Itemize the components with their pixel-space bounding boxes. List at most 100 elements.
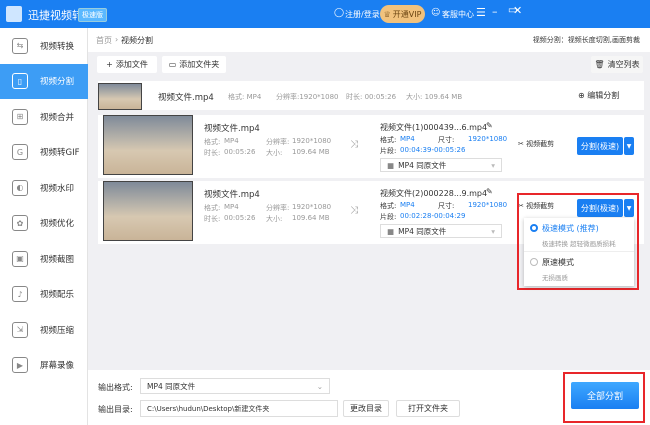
original-mode-desc: 无损画质 xyxy=(542,274,568,282)
output-name: 视频文件(2)000228...9.mp4 xyxy=(380,189,488,198)
label: 时长: xyxy=(204,149,221,157)
clear-list-button[interactable]: 🗑 清空列表 xyxy=(591,56,643,73)
label: 片段: xyxy=(380,147,397,155)
sidebar-item-9[interactable]: ▶ 屏幕录像 xyxy=(0,348,88,383)
src-format: MP4 xyxy=(224,137,239,145)
label: 格式: xyxy=(204,138,221,146)
breadcrumb-home[interactable]: 首页 xyxy=(96,35,112,46)
sidebar-item-0[interactable]: ⇆ 视频转换 xyxy=(0,28,88,63)
output-name: 视频文件(1)000439...6.mp4 xyxy=(380,123,488,132)
sidebar-item-3[interactable]: G 视频转GIF xyxy=(0,135,88,170)
output-format-select[interactable]: MP4 同原文件 ⌄ xyxy=(140,378,330,394)
edit-split-icon: ⊕ xyxy=(578,91,588,100)
segment-thumbnail xyxy=(103,115,193,175)
rename-icon[interactable]: ✎ xyxy=(486,187,493,196)
segment-format-select[interactable]: ■ MP4 同原文件 ▾ xyxy=(380,224,502,238)
sidebar-item-7[interactable]: ♪ 视频配乐 xyxy=(0,277,88,312)
original-mode-option[interactable]: 原速模式 无损画质 xyxy=(524,253,634,286)
src-duration: 00:05:26 xyxy=(224,148,256,156)
shuffle-icon: ⤨ xyxy=(350,139,358,150)
change-dir-button[interactable]: 更改目录 xyxy=(343,400,389,417)
sidebar-item-label: 视频配乐 xyxy=(40,290,75,300)
support-link[interactable]: 客服中心 xyxy=(442,9,474,20)
label: 格式: xyxy=(380,202,397,210)
label: 分辨率: xyxy=(266,138,290,146)
open-folder-button[interactable]: 打开文件夹 xyxy=(396,400,460,417)
radio-unselected[interactable] xyxy=(530,258,538,266)
add-file-button[interactable]: + 添加文件 xyxy=(97,56,157,73)
output-format-value: MP4 同原文件 xyxy=(147,381,196,391)
sidebar-item-2[interactable]: ⊞ 视频合并 xyxy=(0,99,88,134)
watermark-icon: ◐ xyxy=(12,179,28,196)
compress-icon: ⇲ xyxy=(12,321,28,338)
label: 格式: xyxy=(380,136,397,144)
sidebar-item-8[interactable]: ⇲ 视频压缩 xyxy=(0,312,88,347)
source-file-row: 视频文件.mp4 格式: MP4 分辨率:1920*1080 时长: 00:05… xyxy=(98,81,644,110)
breadcrumb: 首页 › 视频分割 视频分割：视频长度切割,画面剪裁 xyxy=(88,28,650,52)
src-resolution: 1920*1080 xyxy=(292,137,332,145)
sidebar-item-label: 视频优化 xyxy=(40,219,75,229)
segment-row: 视频文件.mp4 格式: MP4 分辨率: 1920*1080 时长: 00:0… xyxy=(98,115,644,178)
close-icon[interactable]: ✕ xyxy=(513,4,522,17)
sidebar-item-label: 视频分割 xyxy=(40,77,75,87)
label: 大小: xyxy=(266,149,283,157)
segment-format-select[interactable]: ■ MP4 同原文件 ▾ xyxy=(380,158,502,172)
split-icon: ▯ xyxy=(12,73,28,89)
optimize-icon: ✿ xyxy=(12,215,28,231)
sidebar-item-4[interactable]: ◐ 视频水印 xyxy=(0,170,88,205)
sidebar-item-label: 视频合并 xyxy=(40,112,75,123)
label: 片段: xyxy=(380,213,397,221)
screenshot-icon: ▣ xyxy=(12,250,28,267)
sidebar-item-1[interactable]: ▯ 视频分割 xyxy=(0,63,88,99)
edition-badge: 极速版 xyxy=(78,8,107,22)
segment-source-name: 视频文件.mp4 xyxy=(204,124,260,134)
chevron-down-icon: ▾ xyxy=(491,160,495,170)
source-size: 大小: 109.64 MB xyxy=(406,93,463,101)
src-size: 109.64 MB xyxy=(292,148,330,156)
mode-dropdown: 极速模式 (推荐) 极速转换 超轻微画质损耗 原速模式 无损画质 xyxy=(524,218,634,286)
sidebar-item-label: 视频截图 xyxy=(40,254,75,265)
split-all-button[interactable]: 全部分割 xyxy=(571,382,639,409)
record-icon: ▶ xyxy=(12,357,28,373)
split-mode-dropdown-button[interactable]: ▼ xyxy=(624,137,634,155)
label: 分辨率: xyxy=(266,204,290,212)
video-crop-button[interactable]: ✂ 视频截剪 xyxy=(518,139,554,149)
sidebar-item-5[interactable]: ✿ 视频优化 xyxy=(0,206,88,241)
video-icon: ■ xyxy=(387,160,395,170)
shuffle-icon: ⤨ xyxy=(350,205,358,216)
plus-icon: + xyxy=(106,60,113,69)
src-duration: 00:05:26 xyxy=(224,214,256,222)
convert-icon: ⇆ xyxy=(12,37,28,54)
output-dir-input[interactable]: C:\Users\hudun\Desktop\新建文件夹 xyxy=(140,400,338,417)
src-size: 109.64 MB xyxy=(292,214,330,222)
menu-icon[interactable]: ☰ xyxy=(476,6,486,19)
segment-range: 00:04:39-00:05:26 xyxy=(400,146,466,154)
gif-icon: G xyxy=(12,144,28,160)
source-format: 格式: MP4 xyxy=(228,93,262,101)
page-hint: 视频分割：视频长度切割,画面剪裁 xyxy=(532,36,640,44)
support-icon: ☺ xyxy=(431,8,441,18)
sidebar-item-6[interactable]: ▣ 视频截图 xyxy=(0,241,88,276)
label: 格式: xyxy=(204,204,221,212)
segment-format-value: MP4 同原文件 xyxy=(398,226,447,236)
split-fast-button[interactable]: 分割(极速) xyxy=(577,137,623,155)
vip-button[interactable]: ♕ 开通VIP xyxy=(380,5,425,23)
output-dimension: 1920*1080 xyxy=(468,201,508,209)
minimize-button[interactable]: – xyxy=(492,5,498,18)
rename-icon[interactable]: ✎ xyxy=(486,121,493,130)
sidebar-item-label: 视频压缩 xyxy=(40,325,75,336)
edit-split-button[interactable]: ⊕ 编辑分割 xyxy=(578,90,619,101)
src-format: MP4 xyxy=(224,203,239,211)
sidebar-item-label: 视频水印 xyxy=(40,183,75,194)
sidebar: ⇆ 视频转换 ▯ 视频分割 ⊞ 视频合并 G 视频转GIF ◐ 视频水印 ✿ 视频优化 ▣ 视频截图 ♪ 视频… xyxy=(0,28,88,425)
sidebar-item-label: 屏幕录像 xyxy=(40,361,75,371)
output-dimension: 1920*1080 xyxy=(468,135,508,143)
source-resolution: 分辨率:1920*1080 xyxy=(276,93,339,101)
scissors-icon: ✂ xyxy=(518,140,527,148)
output-format: MP4 xyxy=(400,135,415,143)
breadcrumb-current: 视频分割 xyxy=(121,36,153,45)
add-folder-button[interactable]: ▭ 添加文件夹 xyxy=(162,56,226,73)
radio-selected[interactable] xyxy=(530,224,538,232)
login-link[interactable]: 注册/登录 xyxy=(345,9,380,20)
fast-mode-option[interactable]: 极速模式 (推荐) 极速转换 超轻微画质损耗 xyxy=(524,218,634,252)
